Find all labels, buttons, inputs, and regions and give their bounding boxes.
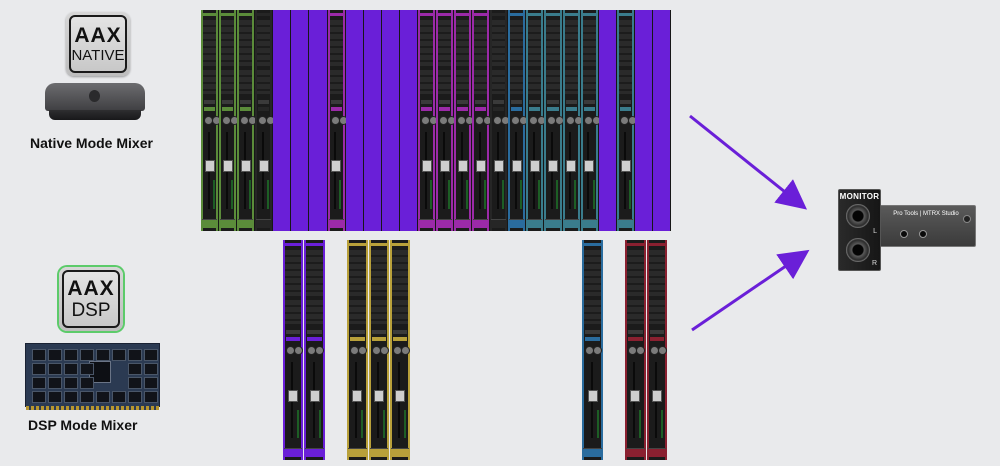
mounting-hole-icon xyxy=(963,215,971,223)
interface-brand-label: Pro Tools | MTRX Studio xyxy=(893,211,959,217)
interface-front-panel: MONITOR L R xyxy=(838,189,881,271)
headphone-port-icon xyxy=(919,230,927,238)
channel-l-label: L xyxy=(873,228,877,235)
headphone-jack-icon xyxy=(846,204,870,228)
mtrx-studio-interface: Pro Tools | MTRX Studio MONITOR L R xyxy=(838,189,976,271)
headphone-jack-icon xyxy=(846,238,870,262)
arrow-icon xyxy=(691,249,810,332)
monitor-label: MONITOR xyxy=(839,192,880,201)
headphone-port-icon xyxy=(900,230,908,238)
arrow-icon xyxy=(689,114,808,210)
channel-r-label: R xyxy=(871,260,877,267)
